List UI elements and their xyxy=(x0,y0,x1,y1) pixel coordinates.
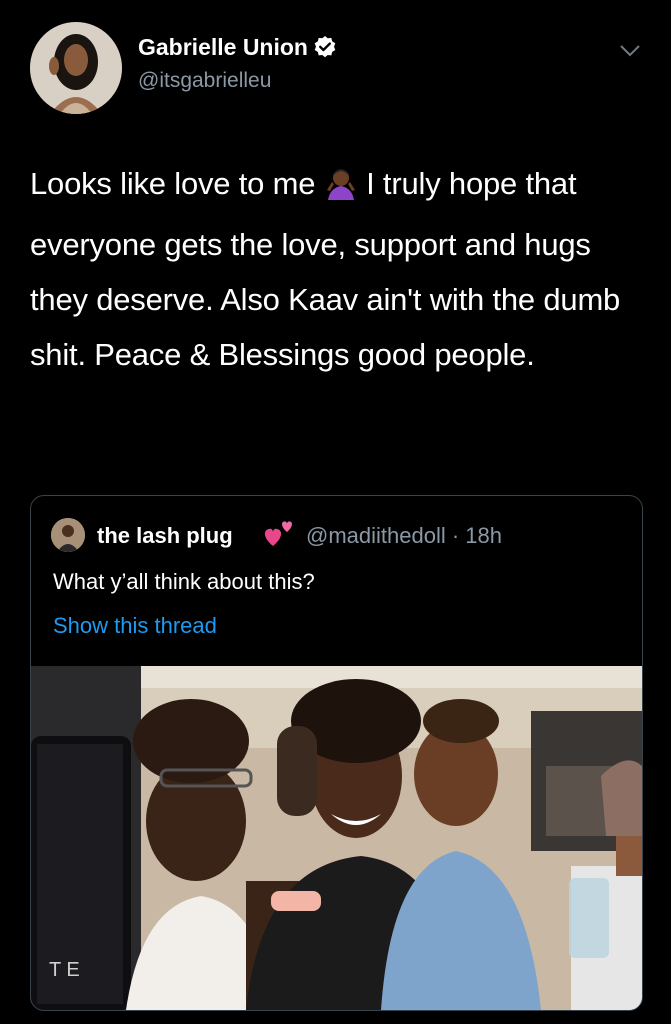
quoted-tweet-text: What y’all think about this? xyxy=(53,569,315,594)
quoted-author-handle[interactable]: @madiithedoll · 18h xyxy=(306,523,502,549)
author-name[interactable]: Gabrielle Union xyxy=(138,34,308,60)
verified-badge-icon xyxy=(314,36,336,64)
tweet-header: Gabrielle Union @itsgabrielleu xyxy=(30,22,641,114)
tweet-text-part1: Looks like love to me xyxy=(30,166,324,201)
photo-lettering: T E xyxy=(49,959,80,981)
author-handle[interactable]: @itsgabrielleu xyxy=(138,69,271,93)
two-hearts-emoji xyxy=(263,518,295,554)
quoted-photo[interactable]: T E xyxy=(31,666,642,1010)
quoted-author-name[interactable]: the lash plug xyxy=(97,523,233,549)
author-avatar[interactable] xyxy=(30,22,122,114)
show-thread-link[interactable]: Show this thread xyxy=(53,613,217,639)
person-shrugging-emoji xyxy=(324,162,358,217)
quoted-author-avatar[interactable] xyxy=(51,518,85,552)
author-name-row[interactable]: Gabrielle Union xyxy=(138,34,336,64)
quoted-tweet[interactable]: the lash plug @madiithedoll · 18h What y… xyxy=(30,495,643,1011)
chevron-down-icon[interactable] xyxy=(619,44,641,63)
tweet-text: Looks like love to me I truly hope that … xyxy=(30,156,640,382)
